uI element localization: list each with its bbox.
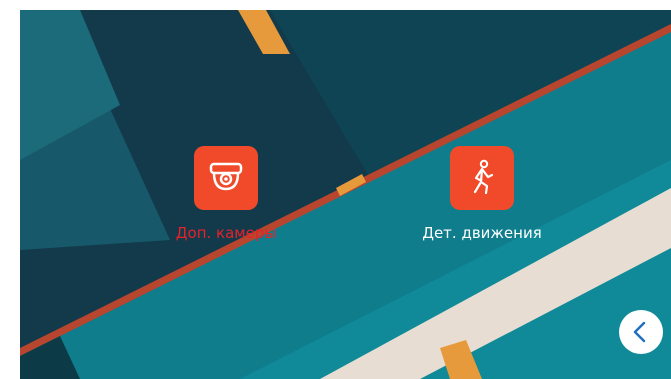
app-label-extra-cameras: Доп. камеры [175, 224, 277, 242]
dome-camera-icon [194, 146, 258, 210]
app-tile-motion-detection[interactable]: Дет. движения [407, 146, 557, 256]
home-screen: Доп. камеры Дет. движения [20, 10, 671, 379]
wallpaper [20, 10, 671, 379]
back-button[interactable] [619, 310, 663, 354]
walking-person-icon [450, 146, 514, 210]
app-label-motion-detection: Дет. движения [422, 224, 542, 242]
app-tile-extra-cameras[interactable]: Доп. камеры [151, 146, 301, 256]
chevron-left-icon [633, 321, 646, 343]
